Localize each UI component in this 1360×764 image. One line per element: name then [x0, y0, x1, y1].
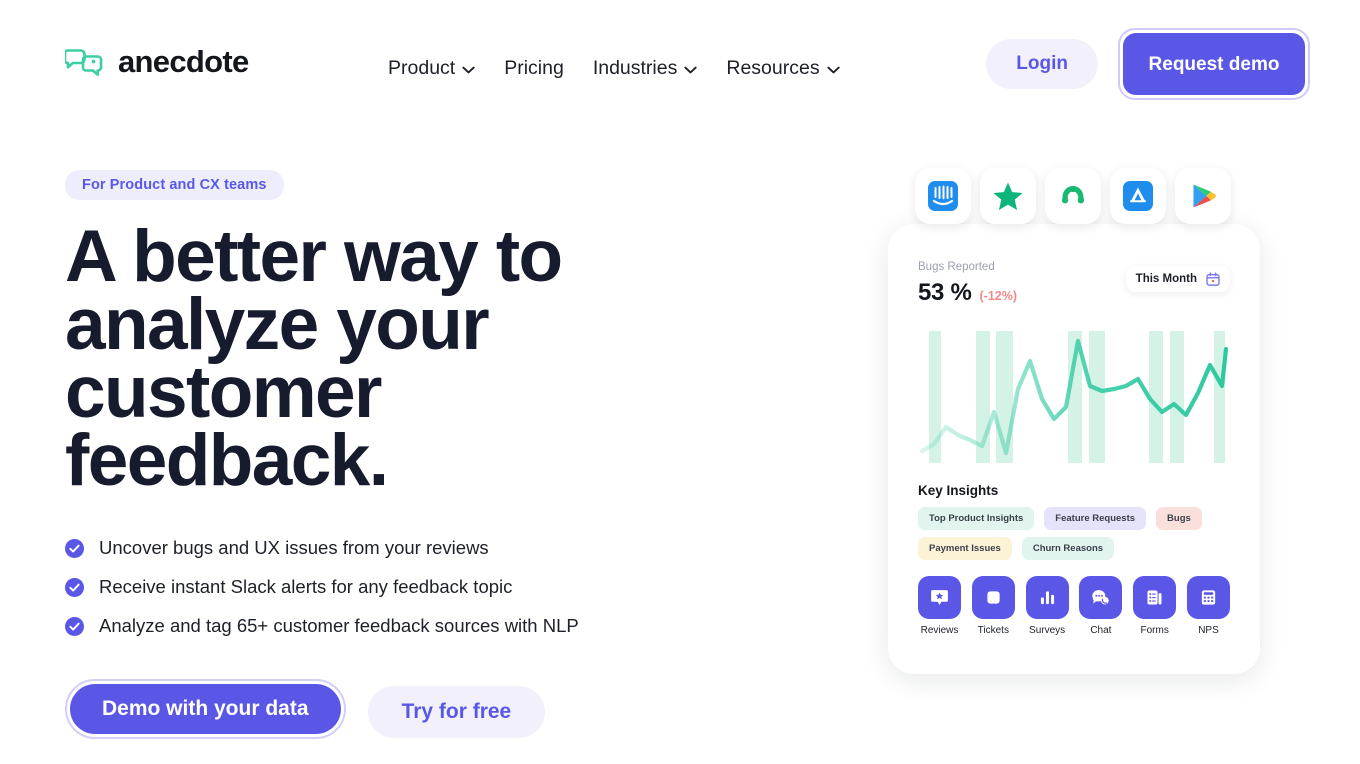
channel-icon-row: Reviews Tickets Surveys Chat Forms NPS — [918, 576, 1230, 636]
try-for-free-button[interactable]: Try for free — [367, 685, 546, 738]
kpi-label: Bugs Reported — [918, 261, 995, 273]
main-navigation: Product Pricing Industries Resources — [388, 54, 840, 82]
product-dashboard-mockup: Bugs Reported 53 % (-12%) This Month Key… — [888, 168, 1260, 674]
kpi-value-row: 53 % (-12%) — [918, 279, 1017, 307]
nav-label-resources: Resources — [726, 57, 820, 79]
integration-tile-app-store[interactable] — [1110, 168, 1166, 224]
chevron-down-icon — [826, 66, 840, 73]
demo-data-focus-ring: Demo with your data — [65, 679, 346, 739]
nav-item-product[interactable]: Product — [388, 54, 475, 82]
hero-badge: For Product and CX teams — [65, 170, 284, 200]
hero-content: For Product and CX teams A better way to… — [65, 170, 765, 764]
request-demo-button[interactable]: Request demo — [1123, 33, 1305, 95]
channel-tile-nps — [1186, 576, 1230, 619]
trustpilot-star-icon — [993, 182, 1023, 210]
list-item-label: Receive instant Slack alerts for any fee… — [99, 576, 513, 597]
channel-chat[interactable]: Chat — [1079, 576, 1123, 636]
hero-feature-list: Uncover bugs and UX issues from your rev… — [65, 537, 765, 637]
page-title: A better way to analyze your customer fe… — [65, 216, 563, 501]
channel-forms[interactable]: Forms — [1133, 576, 1177, 636]
nav-label-industries: Industries — [592, 57, 678, 79]
request-demo-focus-ring: Request demo — [1118, 28, 1310, 100]
kpi-block: Bugs Reported 53 % (-12%) — [918, 260, 1017, 307]
channel-surveys[interactable]: Surveys — [1025, 576, 1069, 636]
calendar-icon — [1206, 272, 1220, 286]
intercom-icon — [928, 181, 958, 211]
review-star-bubble-icon — [931, 590, 948, 605]
analytics-card: Bugs Reported 53 % (-12%) This Month Key… — [888, 224, 1260, 674]
app-store-icon — [1123, 181, 1153, 211]
speech-bubbles-icon — [65, 49, 103, 76]
channel-label-chat: Chat — [1090, 625, 1112, 636]
key-insights-tag-list: Top Product Insights Feature Requests Bu… — [918, 507, 1230, 560]
chat-bubble-icon — [1092, 590, 1110, 605]
channel-label-forms: Forms — [1140, 625, 1169, 636]
channel-tile-forms — [1133, 576, 1177, 619]
channel-tile-chat — [1079, 576, 1123, 619]
chevron-down-icon — [462, 66, 475, 73]
list-item: Analyze and tag 65+ customer feedback so… — [65, 615, 765, 637]
form-document-icon — [1147, 590, 1162, 605]
brand-logo[interactable]: anecdote — [65, 44, 249, 78]
card-header: Bugs Reported 53 % (-12%) This Month — [918, 260, 1230, 307]
nav-item-pricing[interactable]: Pricing — [504, 54, 564, 82]
capterra-icon — [1061, 186, 1085, 204]
site-header: anecdote Product Pricing Industries Reso… — [0, 0, 1360, 134]
check-circle-icon — [65, 616, 84, 636]
ticket-square-icon — [987, 591, 1000, 604]
date-filter-label: This Month — [1135, 273, 1197, 285]
header-actions: Login Request demo — [986, 28, 1310, 100]
demo-with-your-data-button[interactable]: Demo with your data — [70, 684, 341, 734]
tag-payment-issues[interactable]: Payment Issues — [918, 537, 1012, 560]
list-item-label: Analyze and tag 65+ customer feedback so… — [99, 615, 579, 636]
channel-tile-surveys — [1025, 576, 1069, 619]
kpi-delta: (-12%) — [979, 289, 1018, 303]
list-item: Uncover bugs and UX issues from your rev… — [65, 537, 765, 559]
chevron-down-icon — [684, 66, 698, 73]
channel-tickets[interactable]: Tickets — [971, 576, 1015, 636]
bugs-reported-line-chart — [919, 331, 1229, 463]
channel-label-reviews: Reviews — [920, 625, 959, 636]
login-button[interactable]: Login — [986, 39, 1098, 89]
integration-tile-intercom[interactable] — [915, 168, 971, 224]
tag-top-product-insights[interactable]: Top Product Insights — [918, 507, 1035, 530]
hero-cta-group: Demo with your data Try for free — [65, 679, 765, 739]
tag-churn-reasons[interactable]: Churn Reasons — [1021, 537, 1115, 560]
landing-page: anecdote Product Pricing Industries Reso… — [0, 0, 1360, 764]
tag-feature-requests[interactable]: Feature Requests — [1044, 507, 1147, 530]
channel-reviews[interactable]: Reviews — [918, 576, 961, 636]
channel-label-surveys: Surveys — [1029, 625, 1066, 636]
nav-label-product: Product — [388, 57, 456, 79]
channel-tile-tickets — [971, 576, 1015, 619]
brand-name: anecdote — [118, 43, 249, 79]
check-circle-icon — [65, 577, 84, 597]
key-insights-title: Key Insights — [918, 483, 999, 498]
nav-label-pricing: Pricing — [504, 57, 564, 79]
tag-bugs[interactable]: Bugs — [1156, 507, 1202, 530]
channel-label-tickets: Tickets — [977, 625, 1009, 636]
nav-item-resources[interactable]: Resources — [726, 54, 840, 82]
google-play-icon — [1193, 184, 1216, 208]
check-circle-icon — [65, 538, 84, 558]
date-filter-dropdown[interactable]: This Month — [1125, 266, 1230, 292]
channel-tile-reviews — [918, 576, 961, 619]
kpi-value: 53 % — [918, 279, 972, 306]
list-item-label: Uncover bugs and UX issues from your rev… — [99, 537, 489, 558]
bar-chart-icon — [1040, 591, 1054, 605]
channel-label-nps: NPS — [1198, 625, 1219, 636]
integration-tile-capterra[interactable] — [1045, 168, 1101, 224]
integration-tile-trustpilot[interactable] — [980, 168, 1036, 224]
integration-tile-google-play[interactable] — [1175, 168, 1231, 224]
integration-icon-row — [915, 168, 1231, 224]
nav-item-industries[interactable]: Industries — [593, 54, 698, 82]
channel-nps[interactable]: NPS — [1186, 576, 1230, 636]
calculator-icon — [1201, 590, 1216, 605]
list-item: Receive instant Slack alerts for any fee… — [65, 576, 765, 598]
